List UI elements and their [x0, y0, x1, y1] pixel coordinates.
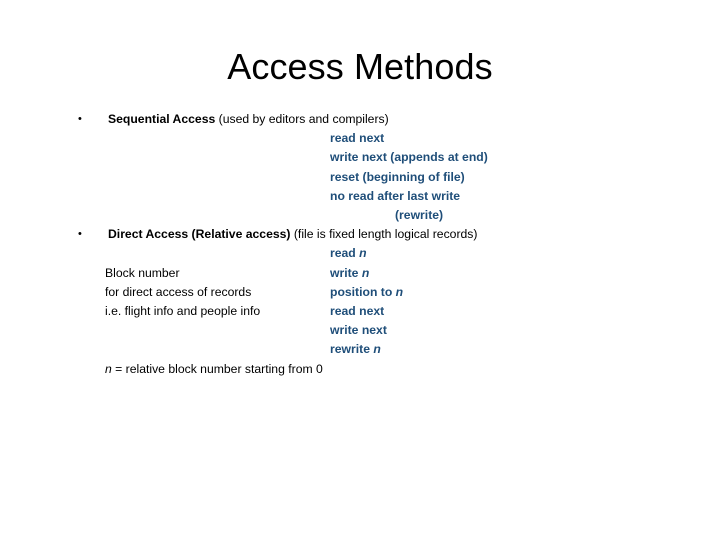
direct-op-write-n-text: write: [330, 265, 362, 280]
direct-op-position-to-n: position to n: [330, 283, 403, 302]
bullet-direct-access: • Direct Access (Relative access) (file …: [0, 225, 720, 244]
direct-op-read-n-text: read: [330, 246, 360, 261]
direct-row-3: for direct access of records position to…: [0, 283, 720, 302]
bullet-direct-heading-bold: Direct Access (Relative access): [108, 227, 291, 242]
direct-op-rewrite-n-italic: n: [373, 342, 381, 357]
bullet-direct-heading-plain: (file is fixed length logical records): [290, 227, 478, 242]
slide-body: • Sequential Access (used by editors and…: [0, 110, 720, 379]
direct-row-1: read n: [0, 244, 720, 263]
direct-op-write-next-text: write next: [330, 323, 387, 338]
direct-op-rewrite-n: rewrite n: [330, 340, 381, 359]
footnote-text: = relative block number starting from 0: [111, 361, 323, 376]
sequential-op-no-read-after-last-write: no read after last write: [330, 188, 461, 203]
direct-op-read-next: read next: [330, 302, 384, 321]
direct-row-3-left: for direct access of records: [105, 284, 252, 299]
direct-row-2-left: Block number: [105, 265, 180, 280]
direct-row-6: rewrite n: [0, 340, 720, 359]
direct-row-4: i.e. flight info and people info read ne…: [0, 302, 720, 321]
direct-row-2: Block number write n: [0, 264, 720, 283]
sequential-op-write-next: write next (appends at end): [330, 150, 488, 165]
direct-op-position-to-n-text: position to: [330, 284, 396, 299]
direct-op-write-next: write next: [330, 321, 387, 340]
sequential-op-read-next: read next: [330, 131, 385, 146]
bullet-sequential-heading: Sequential Access (used by editors and c…: [0, 110, 720, 129]
direct-op-read-n: read n: [330, 244, 367, 263]
sequential-op-reset: reset (beginning of file): [330, 169, 465, 184]
bullet-sequential-heading-plain: (used by editors and compilers): [215, 112, 389, 126]
direct-op-rewrite-n-text: rewrite: [330, 342, 374, 357]
direct-op-read-n-italic: n: [359, 246, 367, 261]
bullet-direct-heading: Direct Access (Relative access) (file is…: [0, 225, 720, 244]
footnote-italic-n: n: [105, 361, 112, 376]
direct-row-4-left: i.e. flight info and people info: [105, 303, 261, 318]
bullet-sequential-heading-bold: Sequential Access: [108, 112, 216, 126]
bullet-sequential-access: • Sequential Access (used by editors and…: [0, 110, 720, 129]
direct-access-two-column-block: read n Block number write n for direct a…: [0, 244, 720, 359]
direct-access-footnote: n = relative block number starting from …: [0, 360, 720, 379]
slide-canvas: Access Methods • Sequential Access (used…: [0, 0, 720, 540]
direct-op-position-to-n-italic: n: [395, 284, 404, 299]
direct-op-read-next-text: read next: [330, 303, 385, 318]
page-title: Access Methods: [227, 46, 493, 87]
sequential-op-rewrite: (rewrite): [395, 208, 444, 223]
direct-op-write-n-italic: n: [361, 265, 370, 280]
direct-op-write-n: write n: [330, 264, 369, 283]
direct-row-5: write next: [0, 321, 720, 340]
